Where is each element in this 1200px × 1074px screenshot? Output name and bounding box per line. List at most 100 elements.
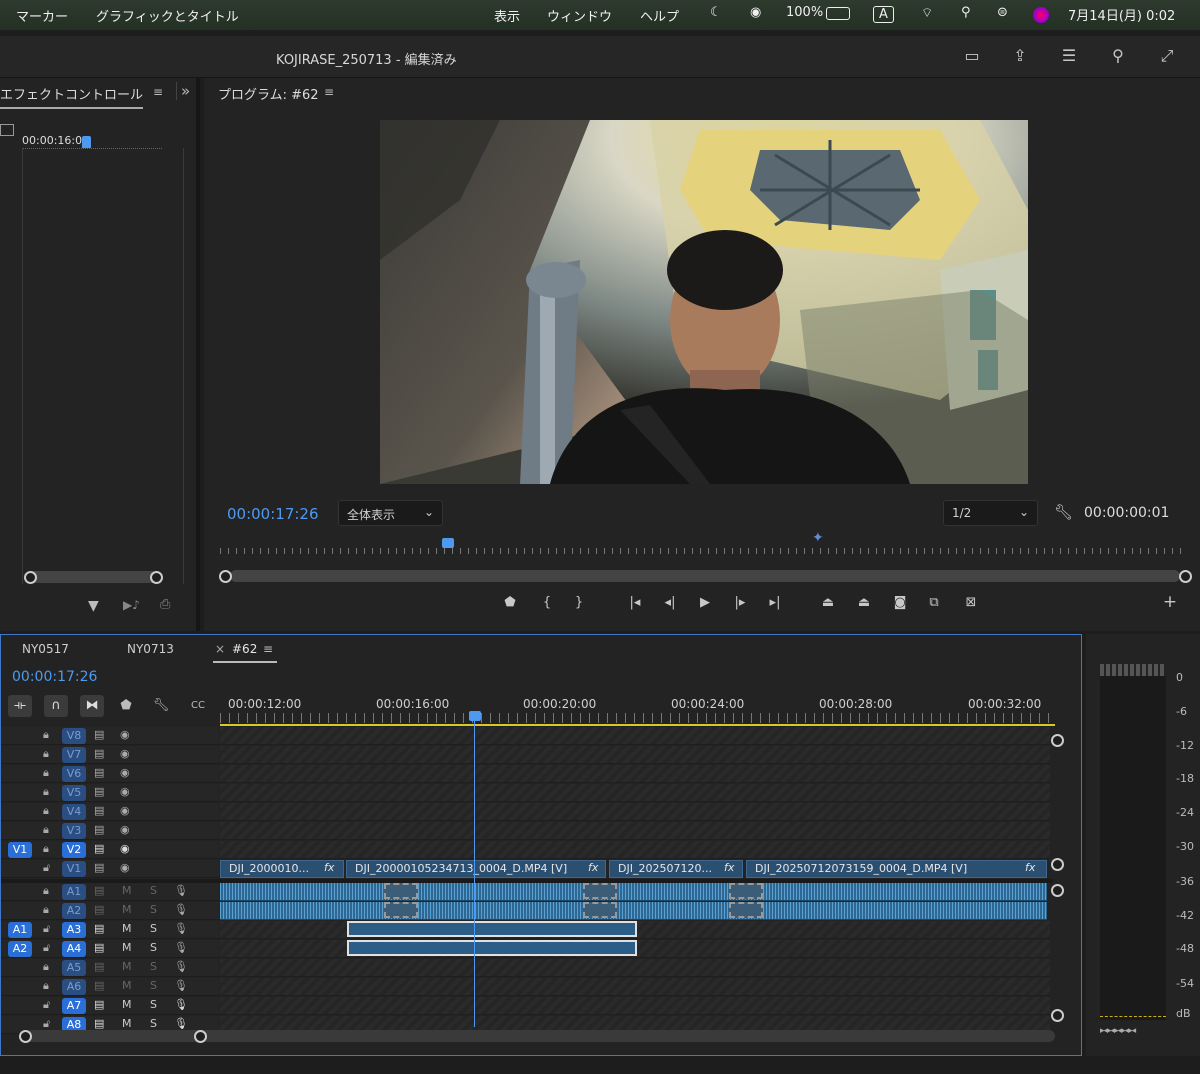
microphone-icon[interactable]: 🎙︎ [174, 884, 188, 897]
input-mode-indicator[interactable]: A [873, 6, 894, 23]
lock-icon[interactable]: 🔒︎ [43, 785, 49, 799]
transition-block[interactable] [729, 883, 763, 899]
transition-block[interactable] [729, 902, 763, 918]
video-vertical-scroll-end-handle[interactable] [1051, 858, 1064, 871]
meter-solo-buttons[interactable]: ▸◂▸◂▸◂▸◂▸◂ [1100, 1026, 1136, 1036]
lock-icon[interactable]: 🔒︎ [43, 823, 49, 837]
audio-vertical-scroll-end-handle[interactable] [1051, 1009, 1064, 1022]
program-scroll-end-handle[interactable] [1179, 570, 1192, 583]
eye-icon[interactable]: ◉ [120, 861, 130, 874]
solo-button[interactable]: S [150, 941, 157, 954]
microphone-icon[interactable]: 🎙︎ [174, 941, 188, 954]
timeline-playhead-line[interactable] [474, 721, 475, 1027]
sync-lock-icon[interactable]: ▤ [94, 1017, 104, 1030]
lock-icon[interactable]: 🔒︎ [43, 747, 49, 761]
effect-scroll-start-handle[interactable] [24, 571, 37, 584]
track-target-a6[interactable]: A6 [62, 979, 86, 995]
audio-waveform[interactable] [220, 902, 1047, 920]
wifi-icon[interactable]: ⌔ [921, 5, 933, 21]
microphone-icon[interactable]: 🎙︎ [174, 979, 188, 992]
menu-view[interactable]: 表示 [494, 6, 520, 25]
selected-audio-clip[interactable] [347, 921, 637, 937]
mute-button[interactable]: M [122, 998, 132, 1011]
microphone-icon[interactable]: 🎙︎ [174, 960, 188, 973]
effect-controls-title[interactable]: エフェクトコントロール [0, 84, 144, 109]
program-time-ruler[interactable] [220, 538, 1188, 554]
timeline-current-timecode[interactable]: 00:00:17:26 [12, 669, 97, 685]
user-icon[interactable]: ◉ [750, 5, 761, 20]
resolution-dropdown[interactable]: 1/2 ⌄ [943, 500, 1038, 526]
eye-icon[interactable]: ◉ [120, 747, 130, 760]
mute-button[interactable]: M [122, 941, 132, 954]
track-target-v7[interactable]: V7 [62, 747, 86, 763]
track-target-a2[interactable]: A2 [62, 903, 86, 919]
sync-lock-icon[interactable]: ▤ [94, 804, 104, 817]
microphone-icon[interactable]: 🎙︎ [174, 903, 188, 916]
panel-layout-icon[interactable]: ▭ [961, 46, 983, 66]
proxy-toggle-icon[interactable]: ⊠ [960, 595, 982, 610]
mute-button[interactable]: M [122, 922, 132, 935]
eye-icon[interactable]: ◉ [120, 728, 130, 741]
sequence-tab-62[interactable]: #62 [232, 642, 257, 656]
audio-vertical-scroll-handle[interactable] [1051, 884, 1064, 897]
program-current-timecode[interactable]: 00:00:17:26 [227, 505, 319, 523]
track-lane[interactable] [220, 746, 1050, 764]
lock-icon[interactable]: 🔒︎ [43, 728, 49, 742]
share-icon[interactable]: ⇪ [1009, 46, 1031, 66]
mute-button[interactable]: M [122, 903, 132, 916]
fx-badge[interactable]: fx [1025, 860, 1035, 876]
comparison-view-icon[interactable]: ⧉ [923, 595, 945, 610]
lock-icon[interactable]: 🔓︎ [43, 1017, 50, 1031]
track-lane[interactable] [220, 978, 1050, 996]
lock-icon[interactable]: 🔒︎ [43, 960, 49, 974]
transition-block[interactable] [583, 902, 617, 918]
panel-overflow-icon[interactable]: » [176, 82, 190, 100]
source-patch-v1[interactable]: V1 [8, 842, 32, 858]
timeline-scroll-start-handle[interactable] [19, 1030, 32, 1043]
track-target-v1[interactable]: V1 [62, 861, 86, 877]
timeline-settings-wrench-icon[interactable]: 🔧︎ [149, 695, 173, 717]
track-lane[interactable] [220, 997, 1050, 1015]
fullscreen-icon[interactable]: ⤢ [1156, 46, 1178, 66]
sync-lock-icon[interactable]: ▤ [94, 747, 104, 760]
track-lane[interactable]: DJI_2000010... fx DJI_20000105234713_000… [220, 860, 1050, 878]
track-target-a4[interactable]: A4 [62, 941, 86, 957]
microphone-icon[interactable]: 🎙︎ [174, 922, 188, 935]
sync-lock-icon[interactable]: ▤ [94, 960, 104, 973]
track-lane[interactable] [220, 822, 1050, 840]
solo-button[interactable]: S [150, 960, 157, 973]
lock-icon[interactable]: 🔓︎ [43, 998, 50, 1012]
export-frame-icon[interactable]: ⎙ [160, 597, 170, 612]
audio-level-meter[interactable] [1100, 676, 1166, 1020]
lock-icon[interactable]: 🔒︎ [43, 979, 49, 993]
microphone-icon[interactable]: 🎙︎ [174, 1017, 188, 1030]
track-target-a7[interactable]: A7 [62, 998, 86, 1014]
program-zoom-scrollbar[interactable] [230, 570, 1180, 582]
zoom-level-dropdown[interactable]: 全体表示 ⌄ [338, 500, 443, 526]
mute-button[interactable]: M [122, 884, 132, 897]
track-lane[interactable] [220, 921, 1050, 939]
filter-icon[interactable]: ▼ [88, 598, 99, 614]
mark-out-icon[interactable]: } [568, 595, 590, 610]
sync-lock-icon[interactable]: ▤ [94, 728, 104, 741]
timeline-scroll-end-handle[interactable] [194, 1030, 207, 1043]
sync-lock-icon[interactable]: ▤ [94, 823, 104, 836]
step-forward-icon[interactable]: |▸ [729, 595, 751, 610]
transition-block[interactable] [384, 902, 418, 918]
timeline-horizontal-scrollbar[interactable] [25, 1030, 1055, 1042]
fx-badge[interactable]: fx [588, 860, 598, 876]
menu-window[interactable]: ウィンドウ [547, 6, 612, 25]
effect-playhead[interactable] [82, 136, 91, 148]
track-target-v8[interactable]: V8 [62, 728, 86, 744]
mute-button[interactable]: M [122, 1017, 132, 1030]
program-playhead[interactable] [442, 538, 454, 548]
lock-icon[interactable]: 🔒︎ [43, 884, 49, 898]
track-target-v6[interactable]: V6 [62, 766, 86, 782]
video-vertical-scroll-handle[interactable] [1051, 734, 1064, 747]
work-area-bar[interactable] [220, 724, 1055, 726]
lock-icon[interactable]: 🔒︎ [43, 804, 49, 818]
track-target-v3[interactable]: V3 [62, 823, 86, 839]
lock-icon[interactable]: 🔓︎ [43, 922, 50, 936]
track-target-a5[interactable]: A5 [62, 960, 86, 976]
add-marker-icon[interactable]: ⬟ [499, 595, 521, 610]
